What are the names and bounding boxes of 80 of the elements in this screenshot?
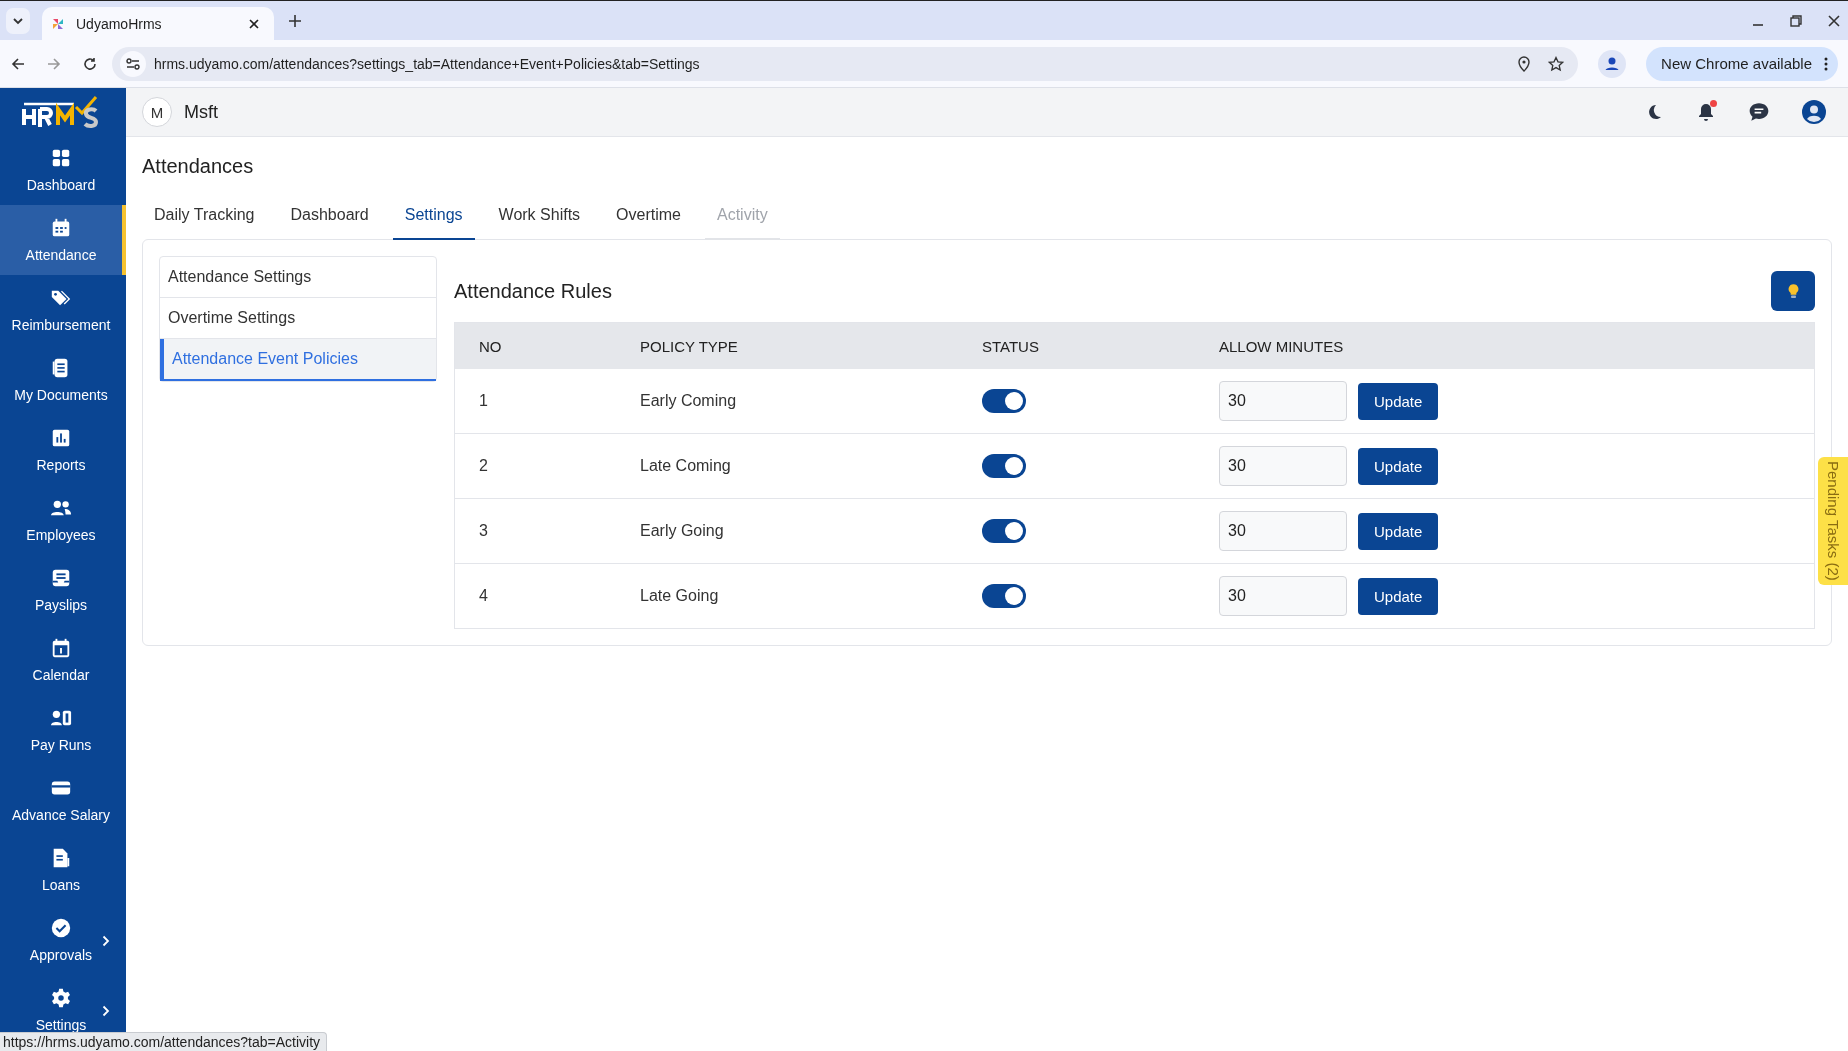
toggle-switch[interactable] [982,389,1026,413]
reload-icon[interactable] [82,55,98,72]
sidebar-item[interactable]: Advance Salary [0,765,126,835]
tab[interactable]: Settings [392,194,475,240]
sidebar-item[interactable]: Calendar [0,625,126,695]
toggle-switch[interactable] [982,454,1026,478]
more-icon[interactable] [1824,56,1828,71]
page-title: Attendances [142,155,255,178]
column-header: ALLOW MINUTES [1195,322,1815,369]
chevron-icon[interactable] [102,1005,110,1017]
close-icon[interactable] [248,17,260,30]
grid-icon [50,147,72,169]
sidebar-item[interactable]: My Documents [0,345,126,415]
sidebar-item[interactable]: Dashboard [0,135,126,205]
update-chrome-button[interactable]: New Chrome available [1646,46,1838,81]
gear-icon [50,987,72,1009]
tab[interactable]: Work Shifts [486,194,593,240]
tab-search-button[interactable] [6,7,30,34]
tab[interactable]: Dashboard [278,194,381,240]
column-header: POLICY TYPE [616,322,958,369]
new-tab-icon[interactable] [288,13,302,28]
settings-menu-item[interactable]: Attendance Event Policies [160,339,436,381]
company-avatar[interactable]: M [142,97,172,127]
sidebar-item[interactable]: Employees [0,485,126,555]
calendar-icon [50,217,72,239]
toggle-switch[interactable] [982,519,1026,543]
toggle-switch[interactable] [982,584,1026,608]
column-header: NO [454,322,616,369]
table-cell: 1 [454,369,616,434]
sidebar-item[interactable]: Approvals [0,905,126,975]
settings-menu-item[interactable]: Attendance Settings [160,257,436,298]
tips-button[interactable] [1771,271,1815,311]
update-button[interactable]: Update [1358,382,1439,420]
bell-icon[interactable] [1696,102,1716,122]
close-icon[interactable] [1828,14,1840,27]
star-icon[interactable] [1548,55,1565,72]
table-cell: Early Going [616,498,958,564]
table-cell: 4 [454,563,616,629]
tab[interactable]: Daily Tracking [142,194,267,240]
chevron-icon[interactable] [102,935,110,947]
sidebar-item[interactable]: Pay Runs [0,695,126,765]
sidebar-item[interactable]: Attendance [0,205,126,275]
table-cell: Early Coming [616,369,958,434]
browser-tab[interactable]: UdyamoHrms [42,6,274,41]
minutes-input[interactable]: 30 [1219,446,1347,486]
section-title: Attendance Rules [454,279,612,303]
tab-title: UdyamoHrms [76,15,163,32]
location-pin-icon[interactable] [1516,55,1533,72]
user-account-icon[interactable] [1802,100,1826,124]
sidebar-item[interactable]: Reports [0,415,126,485]
table-cell: Late Coming [616,433,958,499]
site-settings-icon[interactable] [120,50,146,77]
forward-icon[interactable] [46,55,62,72]
table-cell: 2 [454,433,616,499]
check-badge-icon [50,917,72,939]
profile-icon[interactable] [1598,49,1627,78]
column-header: STATUS [958,322,1195,369]
update-button[interactable]: Update [1358,577,1439,615]
minutes-input[interactable]: 30 [1219,576,1347,616]
address-bar[interactable]: hrms.udyamo.com/attendances?settings_tab=Attendance+Event+Policies&tab=Settings [112,46,1579,81]
update-button[interactable]: Update [1358,447,1439,485]
company-name: Msft [184,101,218,123]
table-cell: Late Going [616,563,958,629]
update-button[interactable]: Update [1358,512,1439,550]
restore-icon[interactable] [1790,14,1802,27]
sidebar-item[interactable]: Payslips [0,555,126,625]
minutes-input[interactable]: 30 [1219,511,1347,551]
lightbulb-icon [1786,282,1800,300]
sidebar-item[interactable]: Loans [0,835,126,905]
payslip-icon [50,567,72,589]
sidebar-item[interactable]: Reimbursement [0,275,126,345]
pending-tasks-tab[interactable]: Pending Tasks (2) [1818,457,1848,585]
tab[interactable]: Overtime [604,194,693,240]
bar-chart-icon [50,427,72,449]
chat-icon[interactable] [1748,101,1770,123]
table-cell: 3 [454,498,616,564]
minutes-input[interactable]: 30 [1219,381,1347,421]
calendar-icon [50,637,72,659]
back-icon[interactable] [10,55,26,72]
status-url-tooltip: https://hrms.udyamo.com/attendances?tab=Activity [0,1032,328,1051]
